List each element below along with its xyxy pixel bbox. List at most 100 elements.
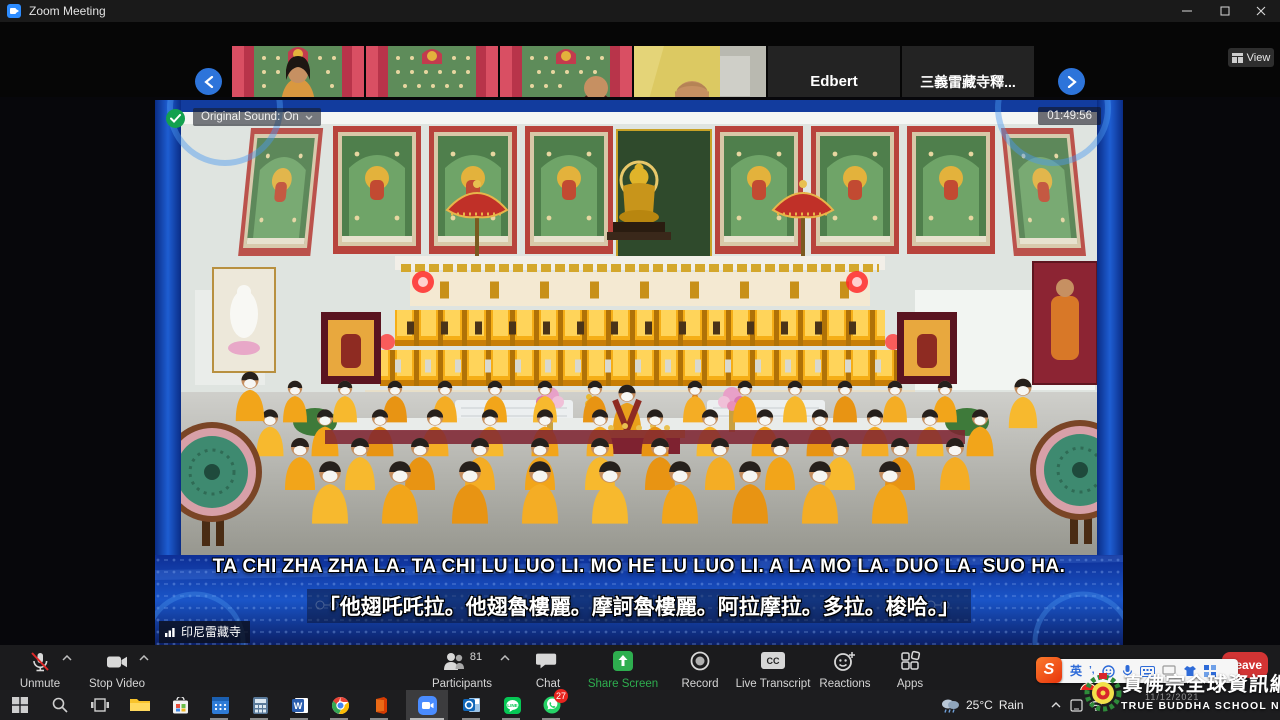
weather-temperature: 25°C	[966, 698, 993, 712]
taskbar-weather-widget[interactable]: 25°C Rain	[940, 690, 1024, 720]
chevron-down-icon	[305, 115, 313, 120]
chevron-right-icon	[1067, 76, 1077, 88]
video-options-caret[interactable]	[139, 655, 149, 661]
participants-options-caret[interactable]	[500, 655, 510, 661]
chat-label: Chat	[536, 678, 560, 690]
shield-check-icon	[170, 114, 181, 123]
apps-grid-icon	[899, 650, 921, 672]
taskbar-search-button[interactable]	[42, 691, 78, 719]
ime-toolbar: 英 ’,	[1052, 659, 1238, 683]
line-app-button[interactable]: LINE	[494, 691, 530, 719]
participants-count: 81	[470, 651, 482, 663]
zoom-taskbar-icon	[418, 696, 437, 715]
line-icon: LINE	[504, 697, 521, 714]
reactions-label: Reactions	[819, 678, 870, 690]
close-icon	[1256, 6, 1266, 16]
participants-icon	[442, 650, 466, 672]
chat-bubble-icon	[536, 650, 560, 672]
svg-text:LINE: LINE	[507, 703, 517, 708]
chevron-up-icon	[1051, 702, 1061, 708]
whatsapp-button[interactable]: 27	[534, 691, 570, 719]
calculator-app-button[interactable]	[242, 691, 278, 719]
ime-punctuation-toggle[interactable]: ’,	[1089, 666, 1095, 676]
start-button[interactable]	[2, 691, 38, 719]
zoom-meeting-window: { "window": { "title": "Zoom Meeting" },…	[0, 0, 1280, 720]
file-explorer-button[interactable]	[122, 691, 158, 719]
participants-button[interactable]: 81 Participants	[412, 648, 512, 690]
ime-tools-icon[interactable]	[1162, 665, 1176, 677]
view-button[interactable]: View	[1228, 48, 1274, 67]
meeting-toolbar: Unmute Stop Video 81 Participants Chat	[0, 645, 1280, 690]
minimize-button[interactable]	[1168, 0, 1206, 22]
weather-condition: Rain	[999, 698, 1024, 712]
ime-skin-icon[interactable]	[1183, 665, 1197, 677]
tablet-icon	[1070, 699, 1083, 712]
chrome-button[interactable]	[322, 691, 358, 719]
calendar-icon	[212, 697, 229, 714]
mic-muted-icon	[28, 650, 52, 674]
record-icon	[689, 650, 711, 672]
subtitle-romanized: TA CHI ZHA ZHA LA. TA CHI LU LUO LI. MO …	[155, 556, 1123, 578]
video-thumbnail-strip: 莲花俐蓉 沁沁	[0, 22, 1280, 97]
apps-label: Apps	[897, 678, 923, 690]
microsoft-store-button[interactable]	[162, 691, 198, 719]
meeting-timer: 01:49:56	[1038, 107, 1101, 125]
office-icon	[373, 697, 388, 714]
cc-icon: CC	[761, 652, 785, 669]
zoom-app-button[interactable]	[409, 691, 445, 719]
view-button-label: View	[1247, 52, 1271, 64]
file-explorer-icon	[130, 697, 150, 713]
ime-voice-icon[interactable]	[1122, 664, 1133, 678]
share-screen-label: Share Screen	[588, 678, 658, 690]
sogou-ime-logo[interactable]: S	[1036, 657, 1062, 683]
subtitle-chinese: 「他翅吒吒拉。他翅魯樓麗。摩訶魯樓麗。阿拉摩拉。多拉。梭哈。」	[155, 589, 1123, 623]
apps-button[interactable]: Apps	[885, 648, 935, 690]
word-icon: W	[292, 697, 309, 714]
windows-taskbar: W LINE 27 25°C Rain	[0, 690, 1280, 720]
active-speaker-video: Original Sound: On 01:49:56 TA CHI ZHA Z…	[155, 100, 1123, 645]
rain-cloud-icon	[940, 697, 960, 713]
tray-network-icon[interactable]	[1086, 690, 1106, 720]
scroll-right-button[interactable]	[1058, 68, 1085, 95]
chevron-left-icon	[204, 76, 214, 88]
speaker-name-label: 印尼雷藏寺	[159, 621, 250, 643]
ime-language-toggle[interactable]: 英	[1070, 665, 1082, 677]
outlook-app-button[interactable]	[454, 691, 490, 719]
wifi-icon	[1089, 700, 1103, 711]
office-app-button[interactable]	[362, 691, 398, 719]
chrome-icon	[332, 697, 349, 714]
minimize-icon	[1182, 6, 1192, 16]
close-button[interactable]	[1242, 0, 1280, 22]
window-title: Zoom Meeting	[29, 4, 106, 18]
main-stage: Original Sound: On 01:49:56 TA CHI ZHA Z…	[0, 97, 1280, 645]
ime-emoji-icon[interactable]	[1102, 665, 1115, 678]
calendar-app-button[interactable]	[202, 691, 238, 719]
scroll-left-button[interactable]	[195, 68, 222, 95]
meeting-security-badge[interactable]	[166, 109, 185, 128]
outlook-icon	[463, 697, 481, 713]
search-icon	[52, 697, 68, 713]
live-transcript-label: Live Transcript	[736, 678, 811, 690]
subtitle-chinese-text: 「他翅吒吒拉。他翅魯樓麗。摩訶魯樓麗。阿拉摩拉。多拉。梭哈。」	[307, 589, 972, 623]
share-screen-icon	[612, 650, 634, 672]
stop-video-label: Stop Video	[89, 678, 145, 690]
svg-text:W: W	[293, 701, 302, 711]
ime-toolbox-icon[interactable]	[1204, 665, 1216, 677]
calculator-icon	[253, 697, 268, 714]
unmute-options-caret[interactable]	[62, 655, 72, 661]
word-app-button[interactable]: W	[282, 691, 318, 719]
zoom-app-icon	[7, 4, 21, 18]
tray-show-hidden-icons[interactable]	[1046, 690, 1066, 720]
ime-keyboard-icon[interactable]	[1140, 666, 1155, 677]
unmute-label: Unmute	[20, 678, 60, 690]
windows-logo-icon	[12, 697, 28, 713]
reactions-button[interactable]: Reactions	[805, 648, 885, 690]
original-sound-toggle[interactable]: Original Sound: On	[193, 108, 321, 126]
task-view-button[interactable]	[82, 691, 118, 719]
reactions-smiley-icon	[833, 650, 857, 672]
tray-device-icon[interactable]	[1066, 690, 1086, 720]
task-view-icon	[91, 698, 109, 712]
record-label: Record	[681, 678, 718, 690]
maximize-button[interactable]	[1206, 0, 1244, 22]
video-camera-icon	[104, 650, 130, 674]
